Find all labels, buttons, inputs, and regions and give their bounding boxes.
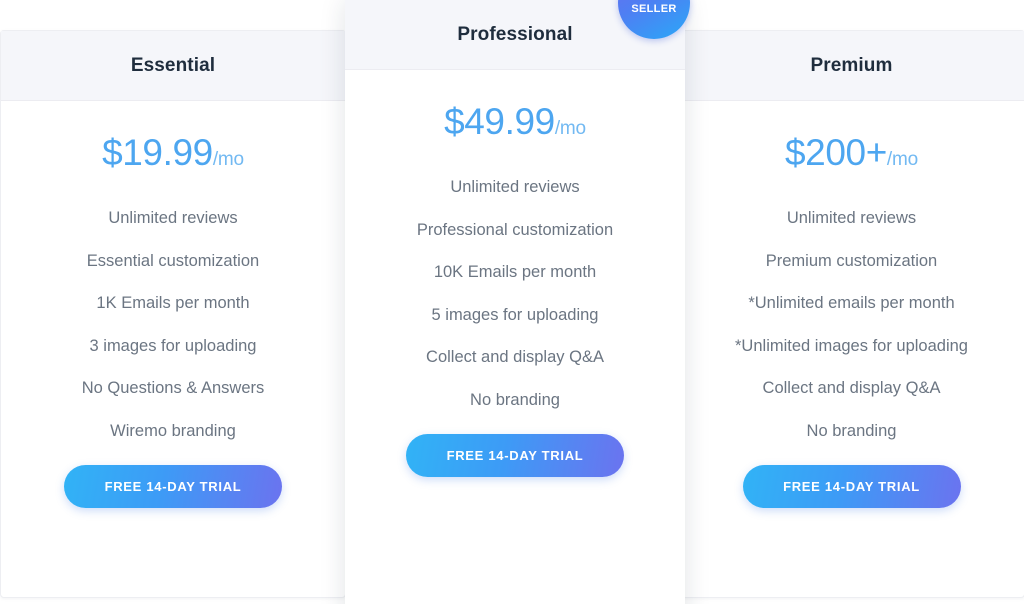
price-amount-professional: $49.99 xyxy=(444,101,555,142)
price-period-premium: /mo xyxy=(886,149,918,170)
pricing-card-essential: Essential $19.99/mo Unlimited reviews Es… xyxy=(0,30,346,598)
card-body-essential: $19.99/mo Unlimited reviews Essential cu… xyxy=(1,132,345,508)
cta-wrap-professional: FREE 14-DAY TRIAL xyxy=(345,434,685,477)
badge-line-2: SELLER xyxy=(631,3,677,15)
free-trial-button-professional[interactable]: FREE 14-DAY TRIAL xyxy=(406,434,624,477)
list-item: *Unlimited images for uploading xyxy=(735,336,968,355)
list-item: No branding xyxy=(470,390,560,409)
feature-list-essential: Unlimited reviews Essential customizatio… xyxy=(1,210,345,439)
list-item: Collect and display Q&A xyxy=(762,379,941,397)
list-item: Collect and display Q&A xyxy=(426,348,604,366)
list-item: 1K Emails per month xyxy=(96,294,250,312)
price-period-essential: /mo xyxy=(212,149,244,170)
list-item: 5 images for uploading xyxy=(431,305,599,324)
plan-name-professional: Professional xyxy=(457,23,573,45)
list-item: Unlimited reviews xyxy=(108,209,238,227)
best-seller-badge: BEST SELLER xyxy=(618,0,690,39)
pricing-card-premium: Premium $200+/mo Unlimited reviews Premi… xyxy=(678,30,1024,598)
list-item: Essential customization xyxy=(86,251,260,270)
list-item: Wiremo branding xyxy=(110,421,236,440)
pricing-card-professional: Professional BEST SELLER $49.99/mo Unlim… xyxy=(345,0,690,604)
price-amount-premium: $200+ xyxy=(785,132,887,173)
plan-name-premium: Premium xyxy=(810,54,893,76)
price-period-professional: /mo xyxy=(554,118,586,139)
card-body-professional: $49.99/mo Unlimited reviews Professional… xyxy=(345,101,685,477)
free-trial-button-premium[interactable]: FREE 14-DAY TRIAL xyxy=(742,465,961,508)
feature-list-premium: Unlimited reviews Premium customization … xyxy=(679,210,1024,439)
card-header-essential: Essential xyxy=(1,31,345,101)
feature-list-professional: Unlimited reviews Professional customiza… xyxy=(345,179,685,408)
list-item: Unlimited reviews xyxy=(786,209,917,227)
price-amount-essential: $19.99 xyxy=(102,132,213,173)
price-professional: $49.99/mo xyxy=(345,101,685,143)
plan-name-essential: Essential xyxy=(130,54,216,76)
card-body-premium: $200+/mo Unlimited reviews Premium custo… xyxy=(679,132,1024,508)
card-header-professional: Professional BEST SELLER xyxy=(345,0,690,70)
list-item: 10K Emails per month xyxy=(433,263,597,281)
free-trial-button-essential[interactable]: FREE 14-DAY TRIAL xyxy=(64,465,282,508)
list-item: Premium customization xyxy=(765,251,938,270)
list-item: No Questions & Answers xyxy=(81,379,265,397)
cta-wrap-essential: FREE 14-DAY TRIAL xyxy=(1,465,345,508)
list-item: Unlimited reviews xyxy=(450,178,580,196)
list-item: Professional customization xyxy=(416,220,614,239)
price-premium: $200+/mo xyxy=(679,132,1024,174)
list-item: 3 images for uploading xyxy=(89,336,257,355)
list-item: *Unlimited emails per month xyxy=(748,294,955,312)
card-header-premium: Premium xyxy=(679,31,1024,101)
cta-wrap-premium: FREE 14-DAY TRIAL xyxy=(679,465,1024,508)
pricing-page: Essential $19.99/mo Unlimited reviews Es… xyxy=(0,0,1024,604)
list-item: No branding xyxy=(806,421,897,440)
price-essential: $19.99/mo xyxy=(1,132,345,174)
